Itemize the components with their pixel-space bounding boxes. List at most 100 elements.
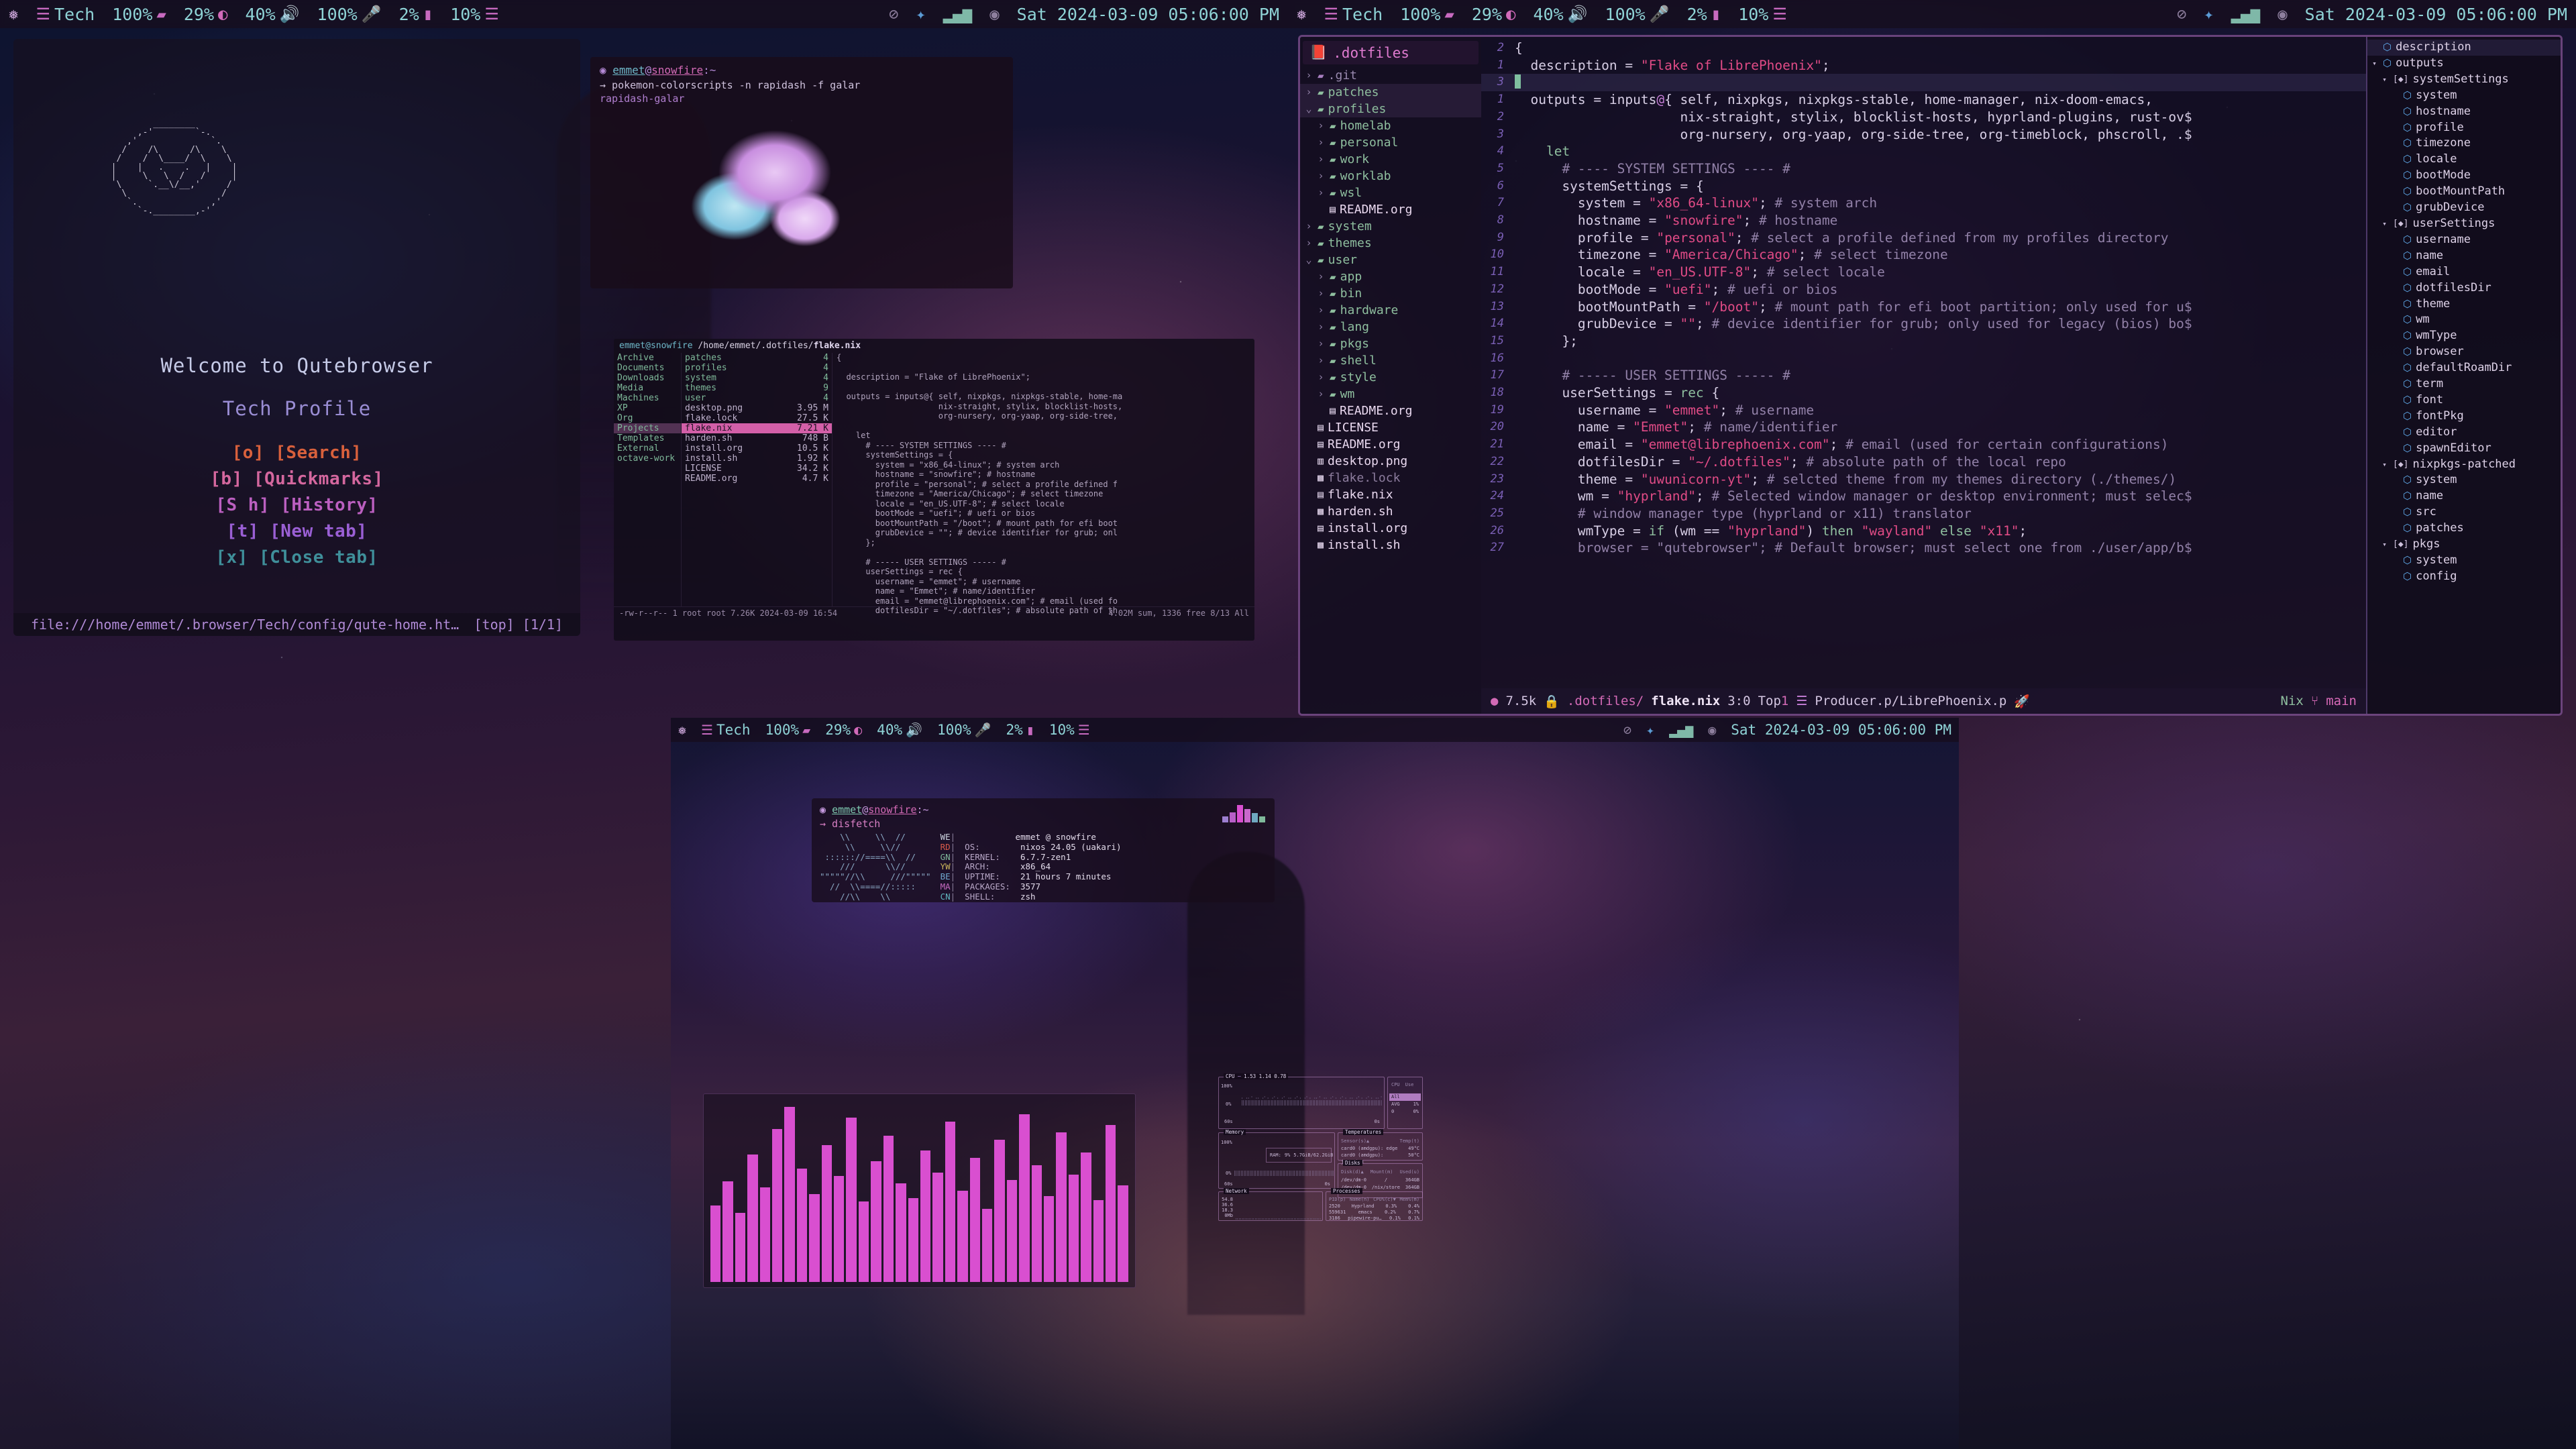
chevron-down-icon[interactable]: ▾	[2380, 457, 2389, 473]
btop-process-row[interactable]: 2520 Hyprland 0.3% 0.4%	[1329, 1203, 1419, 1210]
treemacs-item[interactable]: › ▰ work	[1300, 151, 1481, 168]
outline-item[interactable]: ⬡ wm	[2367, 312, 2561, 328]
ranger-parent-item[interactable]: Machines	[614, 393, 681, 403]
outline-item[interactable]: ⬡ patches	[2367, 521, 2561, 537]
outline-item[interactable]: ⬡ system	[2367, 88, 2561, 104]
btop-cpu-side-row[interactable]: AVG 1%	[1389, 1101, 1421, 1108]
chevron-icon[interactable]: ⌄	[1304, 101, 1313, 117]
treemacs-item[interactable]: › ▰ homelab	[1300, 117, 1481, 134]
outline-item[interactable]: ▾ [◆] pkgs	[2367, 537, 2561, 553]
chevron-icon[interactable]: ›	[1316, 151, 1326, 168]
outline-item[interactable]: ⬡ name	[2367, 488, 2561, 504]
outline-item[interactable]: ▾ [◆] systemSettings	[2367, 72, 2561, 88]
btray-nocoffee-button[interactable]: ⊘	[1616, 722, 1639, 738]
chevron-icon[interactable]: ›	[1316, 117, 1326, 134]
outline-item[interactable]: ⬡ email	[2367, 264, 2561, 280]
treemacs-item[interactable]: ▥ desktop.png	[1300, 453, 1481, 470]
btop-process-row[interactable]: 559631 emacs 0.2% 0.7%	[1329, 1210, 1419, 1216]
ranger-list-item[interactable]: harden.sh 748 B	[682, 433, 832, 443]
chevron-icon[interactable]: ›	[1316, 168, 1326, 184]
ranger-list-item[interactable]: flake.nix 7.21 K	[682, 423, 832, 433]
bar2-cpu[interactable]: 2% ▮	[1678, 5, 1730, 24]
treemacs-item[interactable]: › ▰ wsl	[1300, 184, 1481, 201]
bar2-ram[interactable]: 10% ☰	[1729, 5, 1796, 24]
treemacs-item[interactable]: › ▰ style	[1300, 369, 1481, 386]
bbar-microphone[interactable]: 100% 🎤	[930, 722, 998, 738]
treemacs-item[interactable]: ▤ README.org	[1300, 402, 1481, 419]
emacs-code-buffer[interactable]: 2{1 description = "Flake of LibrePhoenix…	[1481, 37, 2366, 714]
outline-item[interactable]: ⬡ spawnEditor	[2367, 441, 2561, 457]
qutebrowser-shortcut[interactable]: [o] [Search]	[232, 443, 362, 463]
chevron-icon[interactable]: ›	[1316, 134, 1326, 151]
ranger-parent-item[interactable]: Templates	[614, 433, 681, 443]
chevron-down-icon[interactable]: ▾	[2380, 537, 2389, 553]
outline-item[interactable]: ⬡ editor	[2367, 425, 2561, 441]
outline-item[interactable]: ▾ ⬡ outputs	[2367, 56, 2561, 72]
treemacs-item[interactable]: › ▰ lang	[1300, 319, 1481, 335]
emacs-treemacs-pane[interactable]: 📕 .dotfiles › ▰ .git › ▰ patches ⌄ ▰ profiles › ▰ h…	[1300, 37, 1481, 714]
bar2-workspace-tag[interactable]: ☰ Tech	[1315, 5, 1391, 24]
treemacs-item[interactable]: › ▰ personal	[1300, 134, 1481, 151]
chevron-icon[interactable]: ›	[1316, 386, 1326, 402]
bar-ram[interactable]: 10% ☰	[441, 5, 508, 24]
ranger-list-item[interactable]: profiles 4	[682, 363, 832, 373]
qutebrowser-shortcut[interactable]: [b] [Quickmarks]	[210, 469, 383, 489]
treemacs-item[interactable]: › ▰ worklab	[1300, 168, 1481, 184]
chevron-icon[interactable]: ›	[1304, 218, 1313, 235]
tray-network-button[interactable]: ▂▄▆	[934, 6, 981, 22]
treemacs-item[interactable]: › ▰ .git	[1300, 67, 1481, 84]
ranger-parent-item[interactable]: Documents	[614, 363, 681, 373]
emacs-window[interactable]: 📕 .dotfiles › ▰ .git › ▰ patches ⌄ ▰ profiles › ▰ h…	[1298, 35, 2563, 716]
bar-microphone[interactable]: 100% 🎤	[309, 5, 390, 24]
treemacs-item[interactable]: ▩ flake.lock	[1300, 470, 1481, 486]
ranger-list-item[interactable]: patches 4	[682, 353, 832, 363]
ranger-list-item[interactable]: themes 9	[682, 383, 832, 393]
treemacs-item[interactable]: › ▰ themes	[1300, 235, 1481, 252]
ranger-list-item[interactable]: install.org 10.5 K	[682, 443, 832, 453]
ranger-parent-item[interactable]: Archive	[614, 353, 681, 363]
treemacs-item[interactable]: › ▰ wm	[1300, 386, 1481, 402]
treemacs-project-title[interactable]: 📕 .dotfiles	[1303, 41, 1479, 64]
outline-item[interactable]: ⬡ system	[2367, 472, 2561, 488]
ranger-parent-item[interactable]: Projects	[614, 423, 681, 433]
treemacs-item[interactable]: ▤ README.org	[1300, 201, 1481, 218]
bar2-microphone[interactable]: 100% 🎤	[1597, 5, 1678, 24]
treemacs-item[interactable]: › ▰ app	[1300, 268, 1481, 285]
treemacs-item[interactable]: › ▰ patches	[1300, 84, 1481, 101]
bar-battery[interactable]: 100% ▰	[103, 5, 175, 24]
outline-item[interactable]: ⬡ bootMode	[2367, 168, 2561, 184]
treemacs-item[interactable]: ▩ harden.sh	[1300, 503, 1481, 520]
bar-nix-logo[interactable]: ❅	[0, 6, 27, 22]
bar-cpu[interactable]: 2% ▮	[390, 5, 442, 24]
bar2-nix-logo[interactable]: ❅	[1288, 6, 1315, 22]
ranger-list-item[interactable]: user 4	[682, 393, 832, 403]
treemacs-item[interactable]: › ▰ hardware	[1300, 302, 1481, 319]
chevron-icon[interactable]: ›	[1316, 302, 1326, 319]
outline-item[interactable]: ⬡ theme	[2367, 297, 2561, 313]
ranger-parent-item[interactable]: Org	[614, 413, 681, 423]
outline-item[interactable]: ⬡ font	[2367, 392, 2561, 409]
chevron-icon[interactable]: ›	[1316, 369, 1326, 386]
outline-item[interactable]: ⬡ config	[2367, 569, 2561, 585]
tray2-bluetooth-button[interactable]: ✦	[2195, 6, 2222, 22]
ranger-parent-item[interactable]: octave-work	[614, 453, 681, 464]
chevron-icon[interactable]: ›	[1316, 335, 1326, 352]
outline-item[interactable]: ⬡ description	[2367, 40, 2561, 56]
chevron-icon[interactable]: ›	[1316, 319, 1326, 335]
ranger-file-manager-window[interactable]: emmet@snowfire /home/emmet/.dotfiles/fla…	[614, 339, 1254, 641]
ranger-list-item[interactable]: flake.lock 27.5 K	[682, 413, 832, 423]
chevron-icon[interactable]: ›	[1304, 235, 1313, 252]
bbar-battery[interactable]: 100% ▰	[758, 722, 818, 738]
outline-item[interactable]: ⬡ wmType	[2367, 328, 2561, 344]
outline-item[interactable]: ⬡ term	[2367, 376, 2561, 392]
btop-process-row[interactable]: 3186 pipewire-pu… 0.1% 0.1%	[1329, 1216, 1419, 1222]
treemacs-item[interactable]: › ▰ system	[1300, 218, 1481, 235]
chevron-icon[interactable]: ›	[1316, 268, 1326, 285]
bbar-brightness[interactable]: 29% ◐	[818, 722, 869, 738]
disfetch-terminal-window[interactable]: ◉ emmet@snowfire:~ → disfetch \\ \\ // \…	[812, 798, 1275, 902]
tray-bluetooth-button[interactable]: ✦	[907, 6, 934, 22]
outline-item[interactable]: ⬡ locale	[2367, 152, 2561, 168]
outline-item[interactable]: ⬡ fontPkg	[2367, 409, 2561, 425]
ranger-list-item[interactable]: LICENSE 34.2 K	[682, 464, 832, 474]
bbar-ram[interactable]: 10% ☰	[1042, 722, 1097, 738]
